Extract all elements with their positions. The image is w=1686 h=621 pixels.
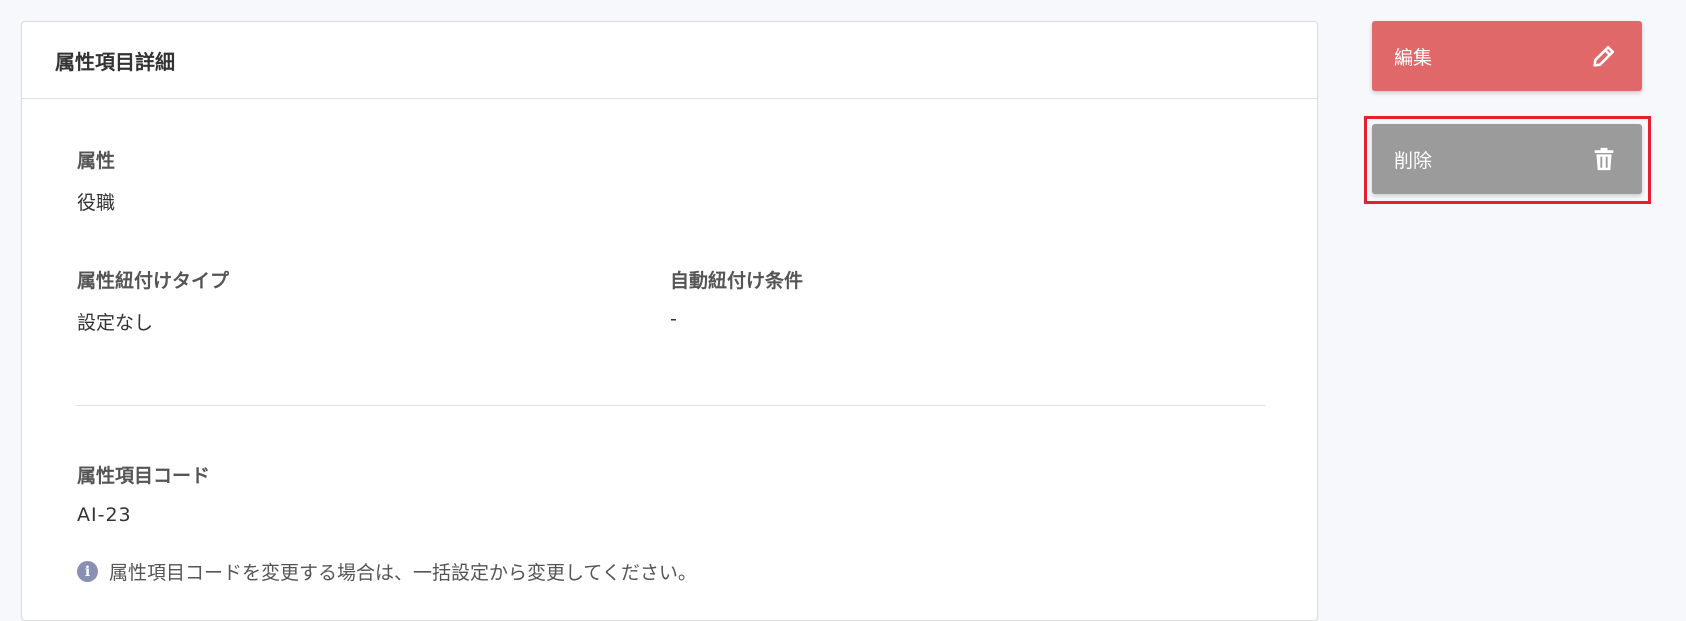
info-text: 属性項目コードを変更する場合は、一括設定から変更してください。 bbox=[109, 562, 697, 584]
attribute-value: 役職 bbox=[77, 192, 116, 214]
attribute-label: 属性 bbox=[77, 150, 116, 172]
edit-button[interactable]: 編集 bbox=[1372, 21, 1642, 91]
item-code-value: AI-23 bbox=[77, 504, 132, 526]
item-code-label: 属性項目コード bbox=[77, 465, 211, 487]
edit-button-label: 編集 bbox=[1394, 46, 1433, 69]
delete-highlight-frame bbox=[1364, 116, 1651, 204]
auto-condition-label: 自動紐付け条件 bbox=[670, 270, 804, 292]
info-note: i 属性項目コードを変更する場合は、一括設定から変更してください。 bbox=[77, 558, 697, 585]
section-divider bbox=[77, 405, 1265, 406]
info-icon: i bbox=[77, 561, 98, 582]
card-header: 属性項目詳細 bbox=[22, 22, 1317, 99]
card-title: 属性項目詳細 bbox=[55, 49, 175, 74]
auto-condition-value: - bbox=[670, 308, 677, 330]
link-type-label: 属性紐付けタイプ bbox=[77, 270, 230, 292]
attribute-detail-card: 属性項目詳細 属性 役職 属性紐付けタイプ 設定なし 自動紐付け条件 - 属性項… bbox=[21, 21, 1318, 621]
pencil-icon bbox=[1590, 42, 1618, 70]
link-type-value: 設定なし bbox=[77, 312, 154, 334]
